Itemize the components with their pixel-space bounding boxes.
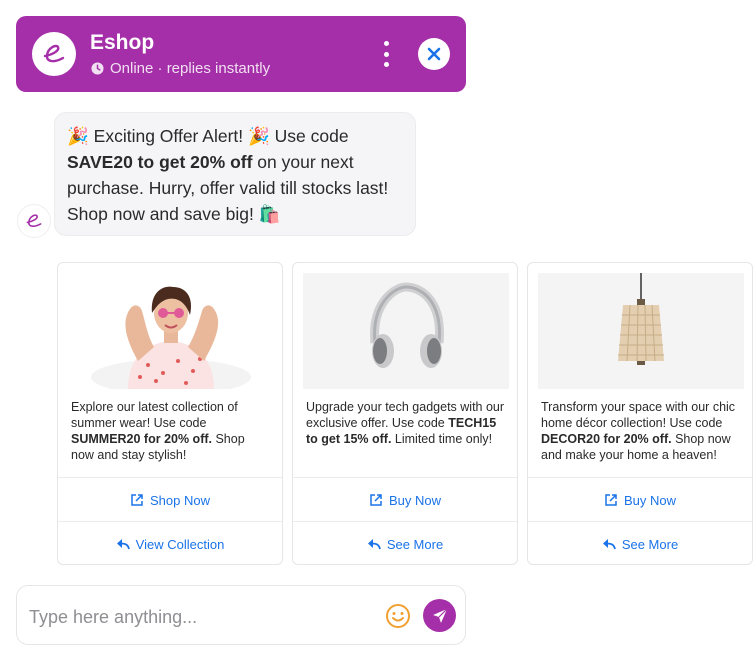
card-promo-code: DECOR20 for 20% off. — [541, 432, 672, 446]
card-desc-text: Explore our latest collection of summer … — [71, 400, 238, 430]
card-desc-text: Limited time only! — [391, 432, 493, 446]
bot-message: 🎉 Exciting Offer Alert! 🎉 Use code SAVE2… — [54, 112, 416, 236]
card-promo-code: SUMMER20 for 20% off. — [71, 432, 212, 446]
smiley-icon — [386, 604, 410, 628]
chat-header: Eshop Online · replies instantly — [16, 16, 466, 92]
headphones-icon — [370, 282, 444, 368]
card-desc-text: Transform your space with our chic home … — [541, 400, 736, 430]
product-card-decor: Transform your space with our chic home … — [527, 262, 753, 565]
emoji-button[interactable] — [385, 603, 411, 629]
product-card-summer: Explore our latest collection of summer … — [57, 262, 283, 565]
reply-arrow-icon — [602, 539, 616, 550]
eshop-logo-icon — [43, 44, 65, 63]
buy-now-button[interactable]: Buy Now — [293, 477, 517, 522]
kebab-menu-icon — [383, 41, 389, 46]
external-link-icon — [131, 494, 143, 506]
reply-arrow-icon — [116, 539, 130, 550]
send-button[interactable] — [423, 599, 456, 632]
clock-icon — [91, 62, 104, 75]
promo-code-text: SAVE20 to get 20% off — [67, 152, 253, 172]
status-text: Online · replies instantly — [110, 60, 271, 77]
bot-avatar — [17, 204, 51, 238]
action-label: See More — [621, 536, 679, 552]
action-label: Shop Now — [150, 492, 210, 508]
action-label: Buy Now — [623, 492, 677, 508]
pendant-lamp-icon — [618, 273, 664, 365]
headphones-image — [303, 273, 509, 389]
action-label: See More — [386, 536, 444, 552]
party-emoji-icon: 🎉 — [247, 126, 270, 146]
shopping-bags-emoji-icon: 🛍️ — [258, 204, 281, 224]
shop-now-button[interactable]: Shop Now — [58, 477, 282, 522]
card-description: Explore our latest collection of summer … — [71, 399, 271, 463]
close-button[interactable] — [418, 38, 450, 70]
message-input[interactable] — [27, 602, 371, 632]
chat-status: Online · replies instantly — [91, 60, 270, 77]
menu-button[interactable] — [378, 41, 394, 67]
reply-arrow-icon — [367, 539, 381, 550]
see-more-button[interactable]: See More — [528, 521, 752, 564]
chat-title: Eshop — [90, 31, 155, 54]
buy-now-button[interactable]: Buy Now — [528, 477, 752, 522]
view-collection-button[interactable]: View Collection — [58, 521, 282, 564]
eshop-logo — [32, 32, 76, 76]
external-link-icon — [605, 494, 617, 506]
external-link-icon — [370, 494, 382, 506]
card-description: Transform your space with our chic home … — [541, 399, 741, 463]
message-composer — [16, 585, 466, 645]
action-label: Buy Now — [388, 492, 442, 508]
message-text: Exciting Offer Alert! — [88, 126, 248, 146]
see-more-button[interactable]: See More — [293, 521, 517, 564]
kebab-dot — [383, 62, 389, 67]
product-card-tech: Upgrade your tech gadgets with our exclu… — [292, 262, 518, 565]
summer-wear-image — [68, 273, 274, 395]
party-emoji-icon: 🎉 — [67, 126, 89, 146]
send-icon — [432, 608, 447, 623]
message-text: Use code — [269, 126, 349, 146]
close-icon — [427, 47, 441, 61]
pendant-lamp-image — [538, 273, 744, 389]
kebab-dot — [383, 51, 389, 57]
eshop-logo-icon — [26, 214, 42, 228]
woman-sunglasses-image — [91, 286, 251, 395]
card-description: Upgrade your tech gadgets with our exclu… — [306, 399, 506, 447]
action-label: View Collection — [135, 536, 225, 552]
